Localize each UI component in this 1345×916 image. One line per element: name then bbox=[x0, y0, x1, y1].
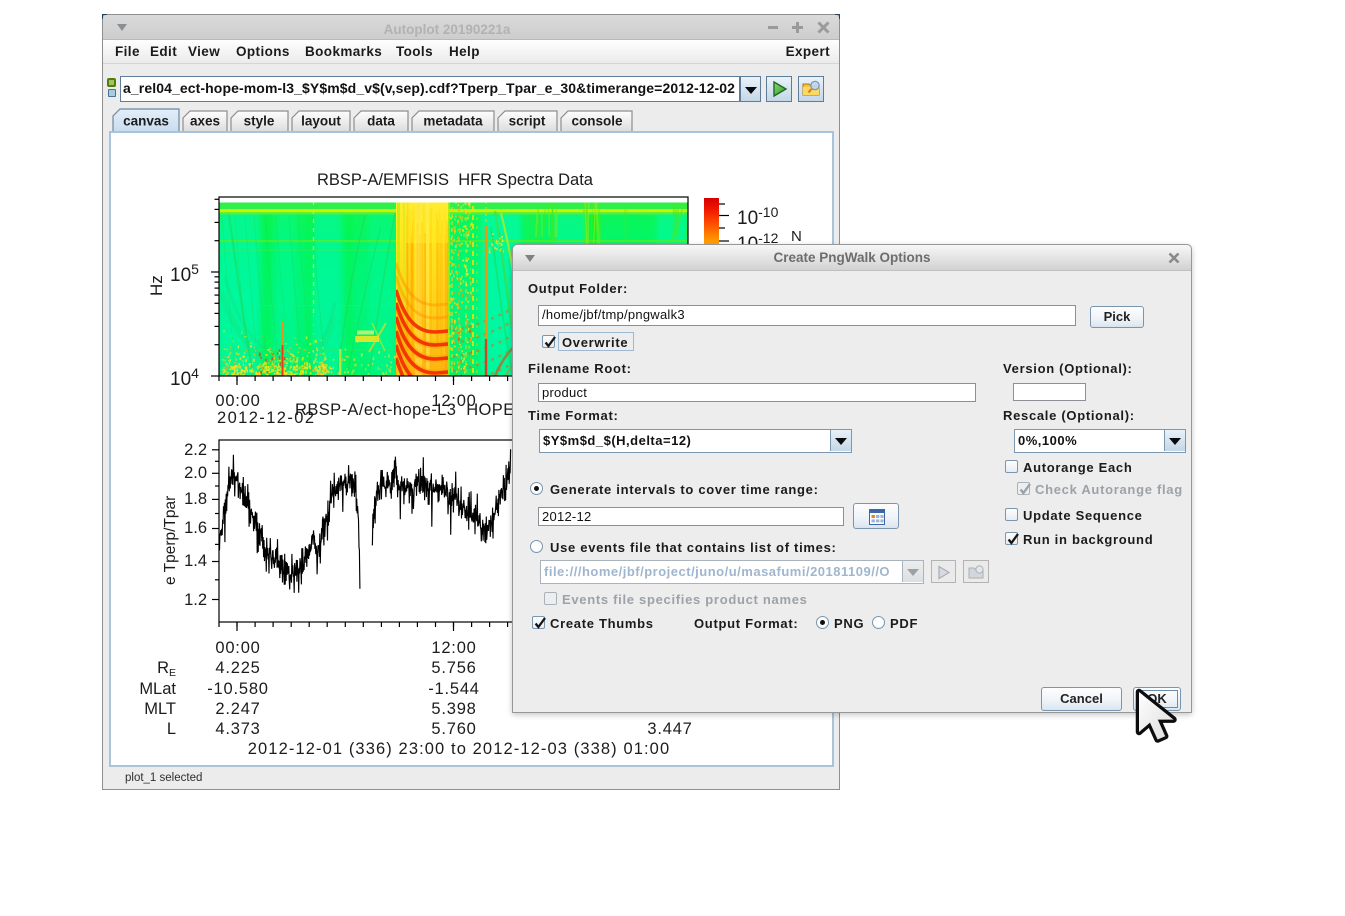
svg-text:data: data bbox=[367, 114, 395, 129]
svg-text:metadata: metadata bbox=[423, 114, 483, 129]
svg-text:console: console bbox=[571, 114, 623, 129]
svg-text:style: style bbox=[244, 114, 275, 129]
svg-text:axes: axes bbox=[190, 114, 220, 129]
svg-text:canvas: canvas bbox=[123, 114, 169, 129]
svg-text:layout: layout bbox=[301, 114, 341, 129]
svg-text:script: script bbox=[509, 114, 546, 129]
